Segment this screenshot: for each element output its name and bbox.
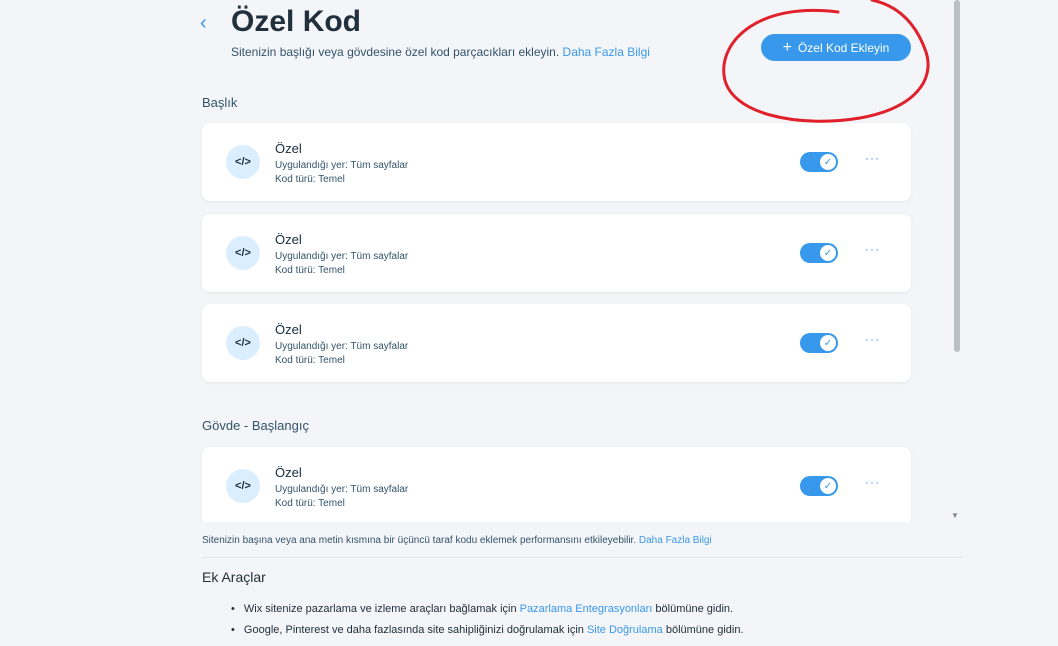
card-applied-pages: Uygulandığı yer: Tüm sayfalar (275, 484, 409, 495)
page-title: Özel Kod (231, 5, 362, 38)
item-text-after: bölümüne gidin. (655, 603, 734, 615)
check-icon: ✓ (820, 478, 836, 494)
scrollbar-thumb[interactable] (954, 0, 960, 352)
add-button-label: Özel Kod Ekleyin (797, 40, 890, 55)
page-subtitle: Sitenizin başlığı veya gövdesine özel ko… (231, 45, 650, 59)
extra-tool-item: • Google, Pinterest ve daha fazlasında s… (231, 624, 744, 636)
more-actions-icon[interactable]: ··· (865, 151, 880, 165)
custom-code-panel: ‹ Özel Kod Sitenizin başlığı veya gövdes… (0, 0, 965, 646)
enable-toggle[interactable]: ✓ (800, 243, 838, 263)
code-brackets-icon: </> (226, 469, 260, 503)
code-brackets-icon: </> (226, 326, 260, 360)
card-code-type: Kod türü: Temel (275, 498, 345, 509)
code-card[interactable]: </> Özel Uygulandığı yer: Tüm sayfalar K… (202, 304, 911, 382)
card-code-type: Kod türü: Temel (275, 174, 345, 185)
code-card[interactable]: </> Özel Uygulandığı yer: Tüm sayfalar K… (202, 214, 911, 292)
extra-tool-item: • Wix sitenize pazarlama ve izleme araçl… (231, 603, 733, 615)
check-icon: ✓ (820, 245, 836, 261)
card-code-type: Kod türü: Temel (275, 265, 345, 276)
code-brackets-icon: </> (226, 236, 260, 270)
site-verification-link[interactable]: Site Doğrulama (587, 624, 663, 636)
notice-text: Sitenizin başına veya ana metin kısmına … (202, 535, 637, 546)
code-card[interactable]: </> Özel Uygulandığı yer: Tüm sayfalar K… (202, 123, 911, 201)
item-text: Wix sitenize pazarlama ve izleme araçlar… (243, 603, 517, 615)
card-title: Özel (275, 232, 302, 247)
card-title: Özel (275, 465, 302, 480)
code-card[interactable]: </> Özel Uygulandığı yer: Tüm sayfalar K… (202, 447, 911, 522)
enable-toggle[interactable]: ✓ (800, 333, 838, 353)
extra-tools-title: Ek Araçlar (202, 569, 266, 585)
card-applied-pages: Uygulandığı yer: Tüm sayfalar (275, 160, 409, 171)
subtitle-text: Sitenizin başlığı veya gövdesine özel ko… (231, 45, 560, 59)
more-actions-icon[interactable]: ··· (865, 242, 880, 256)
back-chevron-icon[interactable]: ‹ (200, 12, 207, 35)
card-code-type: Kod türü: Temel (275, 355, 345, 366)
plus-icon: + (782, 38, 792, 56)
notice-learn-more-link[interactable]: Daha Fazla Bilgi (639, 535, 712, 546)
card-applied-pages: Uygulandığı yer: Tüm sayfalar (275, 251, 409, 262)
add-custom-code-button[interactable]: + Özel Kod Ekleyin (761, 34, 911, 61)
enable-toggle[interactable]: ✓ (800, 476, 838, 496)
check-icon: ✓ (820, 335, 836, 351)
section-label-body-start: Gövde - Başlangıç (202, 418, 309, 433)
code-list-scroll-area[interactable]: </> Özel Uygulandığı yer: Tüm sayfalar K… (187, 112, 932, 522)
code-brackets-icon: </> (226, 145, 260, 179)
enable-toggle[interactable]: ✓ (800, 152, 838, 172)
section-label-head: Başlık (202, 95, 238, 110)
card-title: Özel (275, 322, 302, 337)
item-text-after: bölümüne gidin. (665, 624, 744, 636)
learn-more-link[interactable]: Daha Fazla Bilgi (563, 45, 650, 59)
bullet-dot-icon: • (231, 603, 235, 615)
item-text: Google, Pinterest ve daha fazlasında sit… (243, 624, 584, 636)
performance-notice: Sitenizin başına veya ana metin kısmına … (202, 535, 712, 546)
divider (202, 557, 963, 558)
bullet-dot-icon: • (231, 624, 235, 636)
check-icon: ✓ (820, 154, 836, 170)
more-actions-icon[interactable]: ··· (865, 475, 880, 489)
marketing-integrations-link[interactable]: Pazarlama Entegrasyonları (520, 603, 653, 615)
more-actions-icon[interactable]: ··· (865, 332, 880, 346)
card-title: Özel (275, 141, 302, 156)
scroll-down-arrow-icon[interactable]: ▼ (951, 511, 959, 520)
card-applied-pages: Uygulandığı yer: Tüm sayfalar (275, 341, 409, 352)
